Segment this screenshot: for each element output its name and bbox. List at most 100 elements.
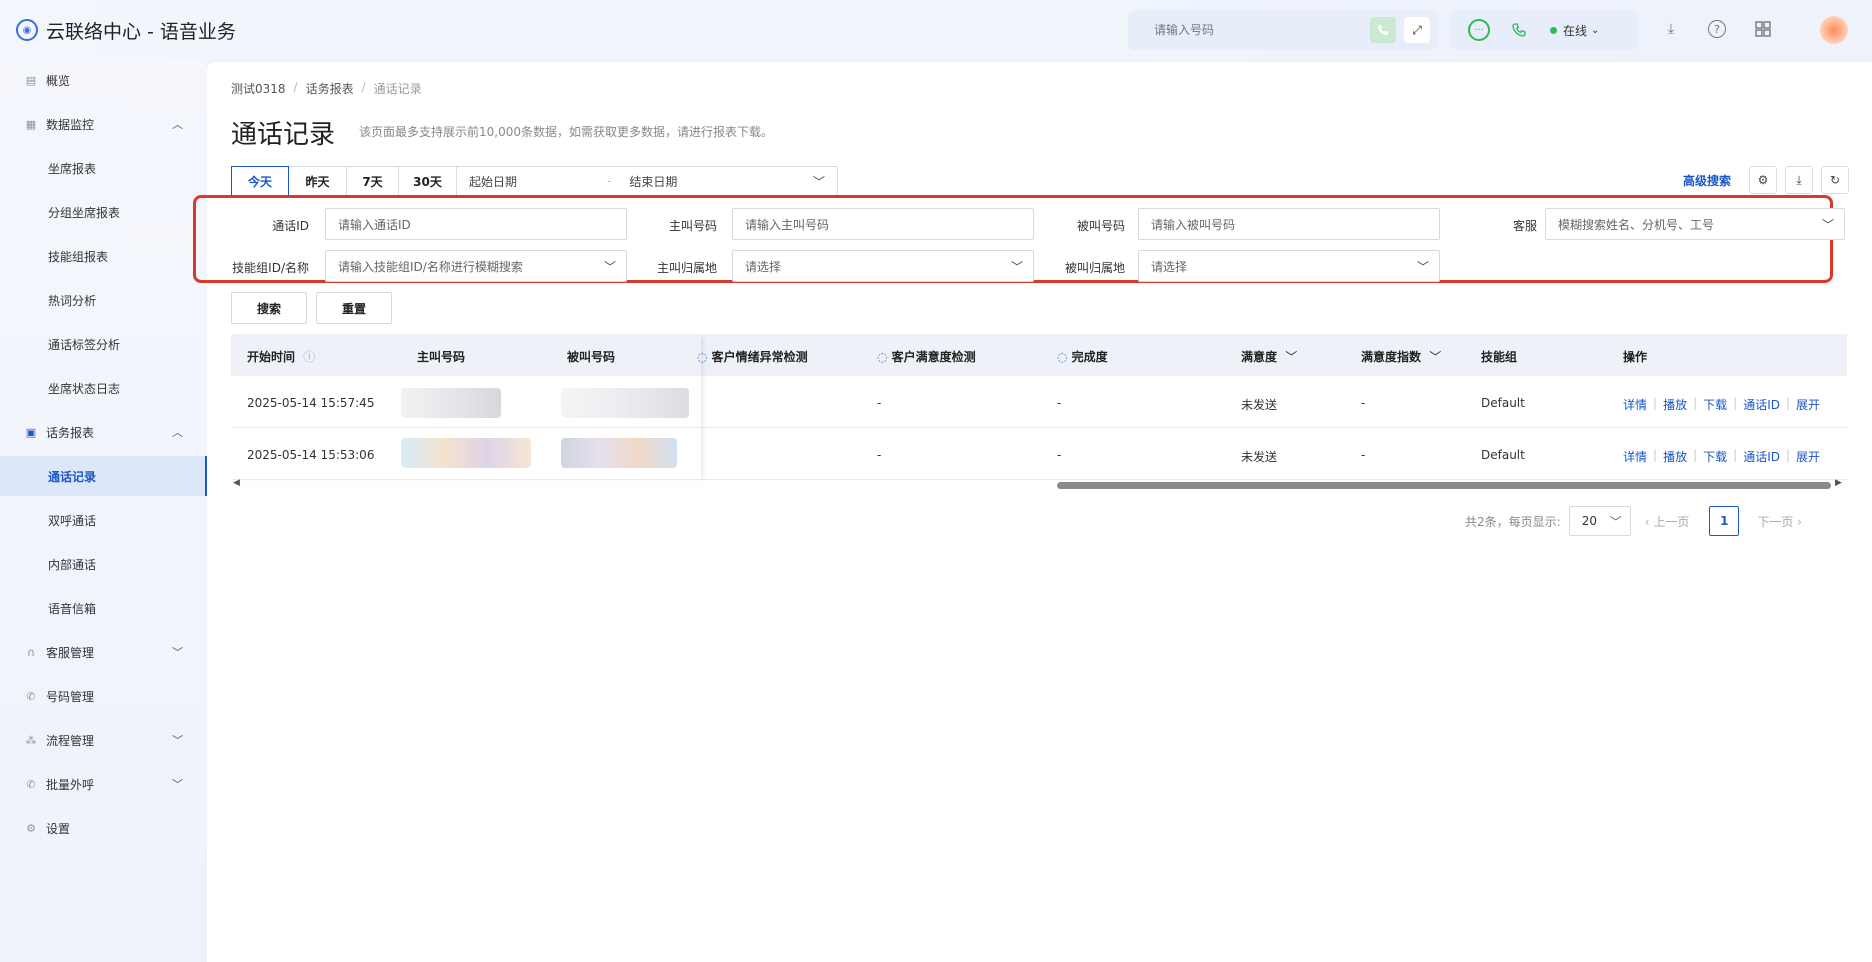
callee-region-select[interactable]: 请选择 ﹀ [1138,250,1440,282]
grid-icon[interactable] [1752,18,1774,40]
th-start-time[interactable]: 开始时间 ⓘ [247,348,315,365]
agent-select[interactable]: 模糊搜索姓名、分机号、工号 ﹀ [1545,208,1845,240]
sidebar-item-batch-outbound[interactable]: ✆ 批量外呼 ﹀ [0,764,207,804]
download-link[interactable]: 下载 [1703,448,1727,465]
cell-start-time: 2025-05-14 15:53:06 [247,448,375,462]
sidebar-item-agent-report[interactable]: 坐席报表 [0,148,207,188]
scroll-right-icon[interactable]: ▶ [1835,478,1842,488]
sidebar-item-call-records[interactable]: 通话记录 [0,456,207,496]
date-range-picker[interactable]: 起始日期 - 结束日期 ﹀ [457,167,837,195]
scroll-left-icon[interactable]: ◀ [233,478,240,488]
sidebar-item-number-management[interactable]: ✆ 号码管理 [0,676,207,716]
chevron-down-icon: ﹀ [172,734,183,747]
tab-7-days[interactable]: 7天 [347,167,399,195]
call-id-link[interactable]: 通话ID [1743,396,1780,413]
online-dot-icon [1550,26,1557,34]
next-label: 下一页 [1757,514,1794,529]
th-emotion-check: ◌ 客户情绪异常检测 [697,348,808,365]
caller-region-select[interactable]: 请选择 ﹀ [732,250,1034,282]
sidebar-item-label: 流程管理 [46,733,95,748]
expand-icon: ⤢ [1412,22,1422,37]
breadcrumb-item[interactable]: 话务报表 [306,80,354,97]
overview-icon: ▤ [25,73,37,87]
settings-button[interactable]: ⚙ [1749,166,1778,194]
breadcrumb-item[interactable]: 测试0318 [231,80,286,97]
sidebar-item-flow-management[interactable]: ⁂ 流程管理 ﹀ [0,720,207,760]
phone-icon: ✆ [26,689,36,703]
sidebar-item-dual-call[interactable]: 双呼通话 [0,500,207,540]
search-button[interactable]: 搜索 [231,292,307,324]
call-id-link[interactable]: 通话ID [1743,448,1780,465]
th-satisfaction-index[interactable]: 满意度指数 ﹀ [1361,348,1441,365]
page-size-select[interactable]: 20 ﹀ [1568,506,1631,536]
callee-input[interactable]: 请输入被叫号码 [1138,208,1440,240]
call-button[interactable] [1370,17,1396,43]
sidebar-item-skill-group-report[interactable]: 技能组报表 [0,236,207,276]
brand: ◉ 云联络中心 - 语音业务 [16,17,236,44]
chat-icon[interactable]: ··· [1468,19,1490,41]
play-link[interactable]: 播放 [1663,448,1687,465]
download-link[interactable]: 下载 [1703,396,1727,413]
page-number-current[interactable]: 1 [1709,506,1740,536]
sidebar-item-internal-call[interactable]: 内部通话 [0,544,207,584]
sidebar-item-call-tag-analysis[interactable]: 通话标签分析 [0,324,207,364]
callee-label: 被叫号码 [1076,219,1125,233]
tab-30-days[interactable]: 30天 [399,167,457,195]
ai-icon: ◌ [1057,350,1068,364]
chevron-right-icon: › [1793,514,1802,529]
download-icon: ⤓ [1796,172,1802,187]
redacted-caller [401,438,531,468]
divider: | [1733,448,1738,462]
help-icon[interactable]: ⓘ [303,350,315,364]
sidebar-item-agent-status-log[interactable]: 坐席状态日志 [0,368,207,408]
expand-button[interactable]: ⤢ [1404,17,1430,43]
refresh-button[interactable]: ↻ [1821,166,1850,194]
cell-skill-group: Default [1481,396,1525,410]
prev-page-button[interactable]: ‹ 上一页 [1645,513,1690,530]
tab-yesterday[interactable]: 昨天 [289,167,347,195]
th-satisfaction[interactable]: 满意度 ﹀ [1241,348,1297,365]
scrollbar-thumb[interactable] [1057,482,1831,489]
sidebar-item-voicemail[interactable]: 语音信箱 [0,588,207,628]
call-id-input[interactable]: 请输入通话ID [325,208,627,240]
app-title: 云联络中心 - 语音业务 [46,20,236,43]
expand-link[interactable]: 展开 [1796,448,1820,465]
reset-button[interactable]: 重置 [316,292,392,324]
help-icon[interactable]: ? [1708,20,1726,38]
sidebar-item-overview[interactable]: ▤ 概览 [0,60,207,100]
phone-outline-icon[interactable] [1508,19,1530,41]
tab-today[interactable]: 今天 [231,166,289,196]
skill-group-select[interactable]: 请输入技能组ID/名称进行模糊搜索 ﹀ [325,250,627,282]
divider: | [1785,448,1791,462]
redacted-caller [401,388,501,418]
download-button[interactable]: ⤓ [1785,166,1814,194]
end-date[interactable]: 结束日期 [629,173,677,190]
table-header: 开始时间 ⓘ 主叫号码 被叫号码 ◌ 客户情绪异常检测 ◌ 客户满意度检测 ◌ … [231,334,1847,376]
play-link[interactable]: 播放 [1663,396,1687,413]
expand-link[interactable]: 展开 [1796,396,1820,413]
date-tabs: 今天 昨天 7天 30天 起始日期 - 结束日期 ﹀ [231,166,838,196]
status-dropdown[interactable]: 在线 ⌄ [1550,22,1599,39]
detail-link[interactable]: 详情 [1623,396,1647,413]
horizontal-scrollbar[interactable]: ◀ ▶ [231,478,1847,492]
phone-search-input[interactable] [1154,23,1354,37]
sidebar-item-hotword-analysis[interactable]: 热词分析 [0,280,207,320]
avatar[interactable] [1820,16,1848,44]
sidebar-item-agent-management[interactable]: ∩ 客服管理 ﹀ [0,632,207,672]
cell-start-time: 2025-05-14 15:57:45 [247,396,375,410]
next-page-button[interactable]: 下一页 › [1757,513,1802,530]
sidebar-item-group-agent-report[interactable]: 分组坐席报表 [0,192,207,232]
advanced-search-link[interactable]: 高级搜索 [1683,172,1731,189]
th-caller: 主叫号码 [417,350,466,364]
start-date[interactable]: 起始日期 [469,173,517,190]
th-callee: 被叫号码 [567,350,616,364]
detail-link[interactable]: 详情 [1623,448,1647,465]
sidebar-item-settings[interactable]: ⚙ 设置 [0,808,207,848]
chevron-down-icon: ﹀ [603,259,616,274]
download-icon[interactable]: ⤓ [1660,18,1682,40]
agent-select-placeholder: 模糊搜索姓名、分机号、工号 [1558,217,1715,232]
sidebar-item-data-monitor[interactable]: ▦ 数据监控 ︿ [0,104,207,144]
caller-input[interactable]: 请输入主叫号码 [732,208,1034,240]
cell-satisfaction: 未发送 [1241,450,1278,464]
sidebar-item-traffic-report[interactable]: ▣ 话务报表 ︿ [0,412,207,452]
